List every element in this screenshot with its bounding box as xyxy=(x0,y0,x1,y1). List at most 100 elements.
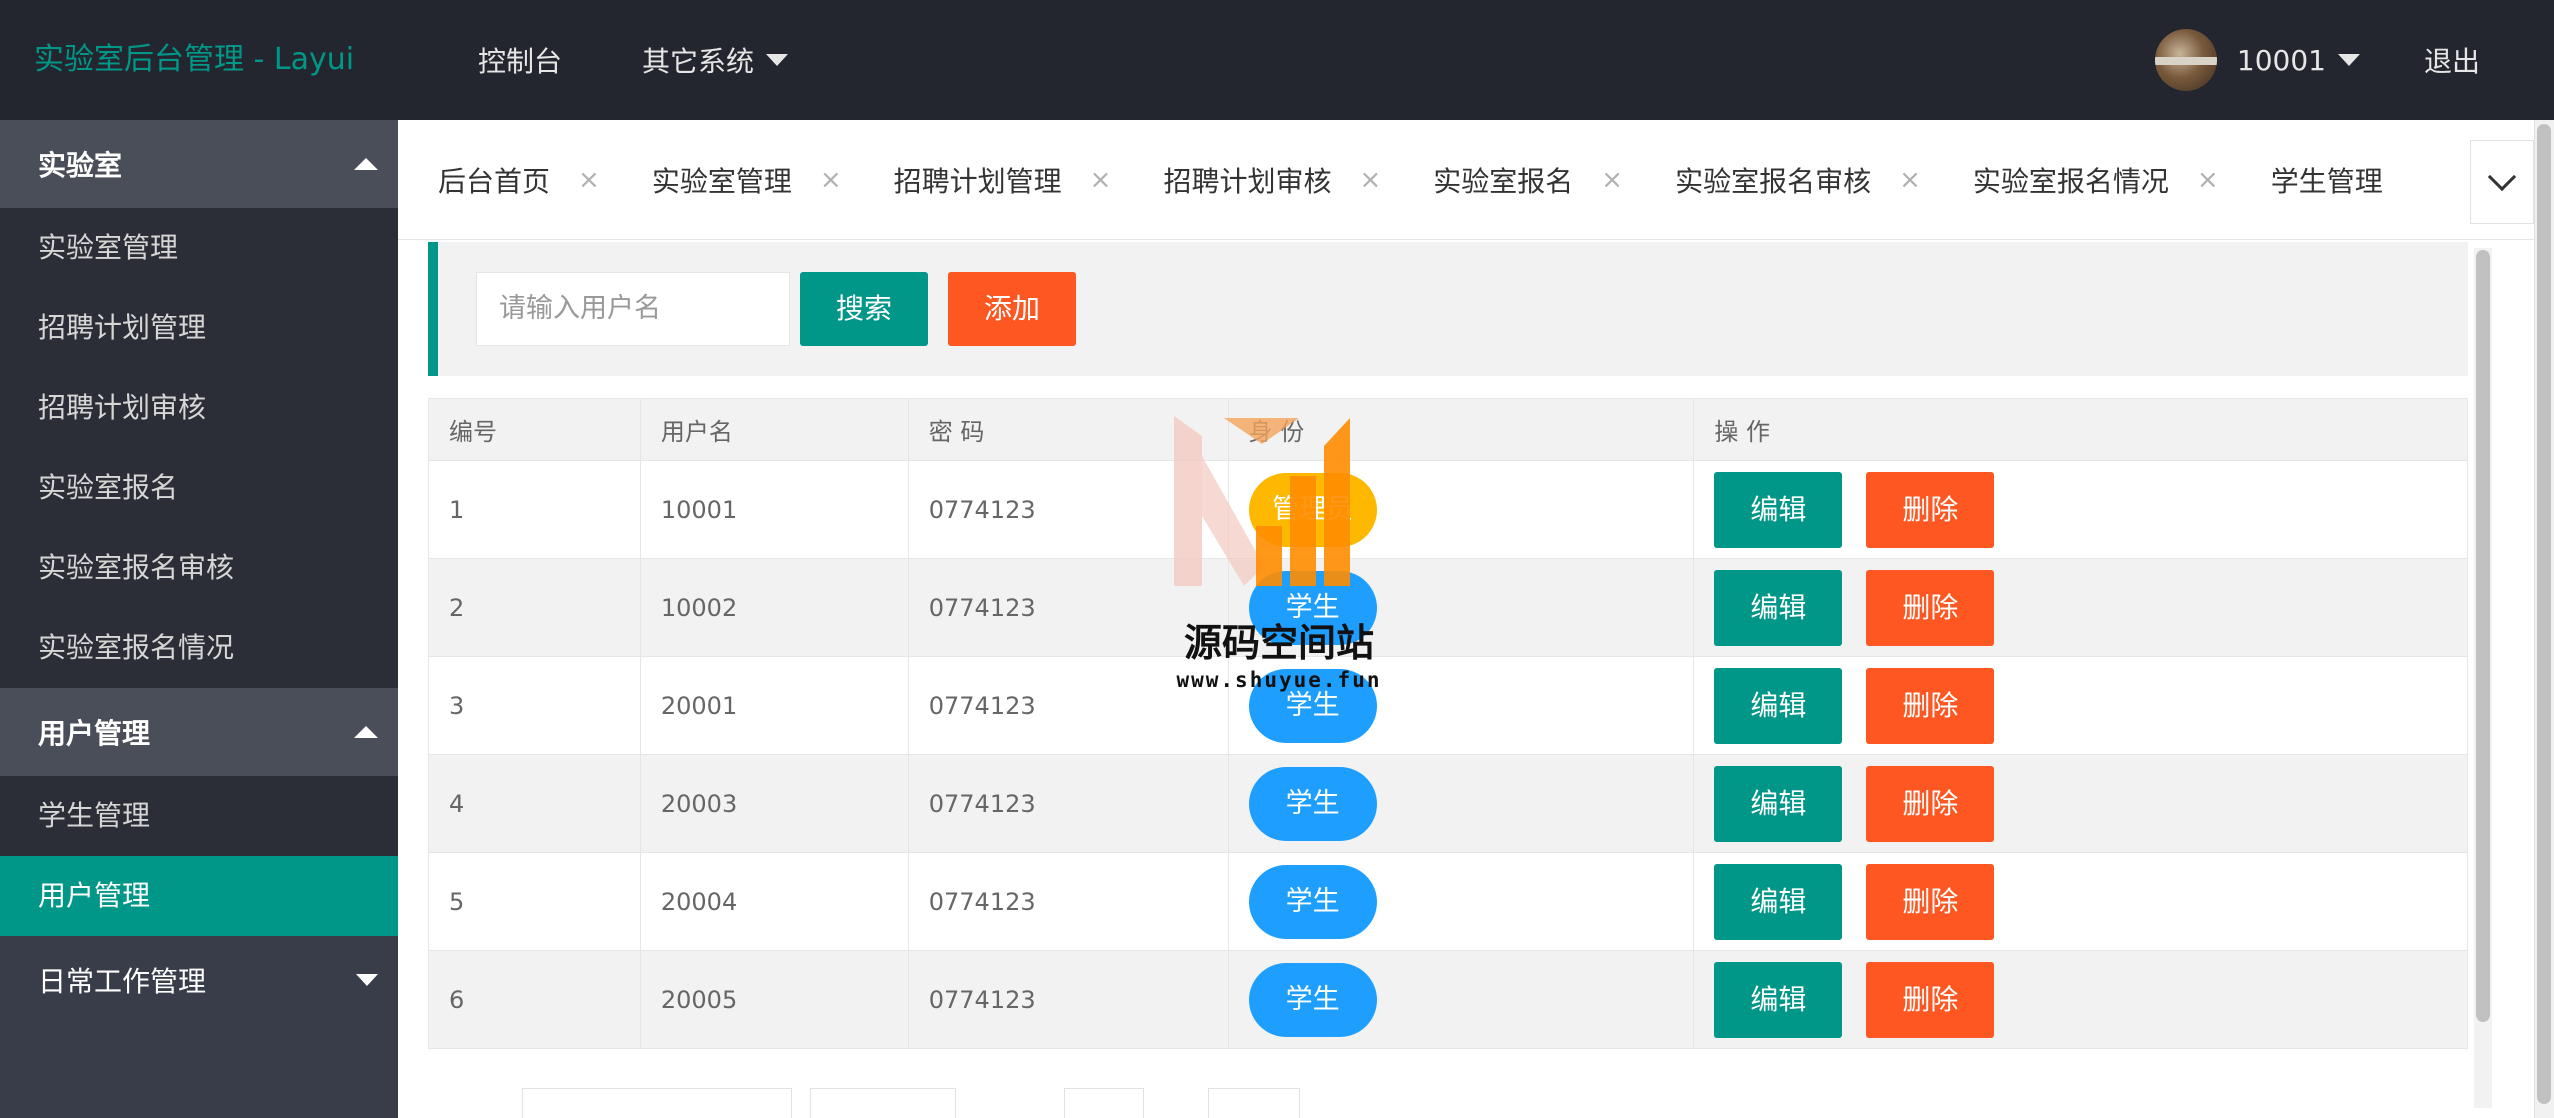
tab-label: 招聘计划审核 xyxy=(1163,165,1332,198)
close-icon[interactable]: × xyxy=(820,165,842,195)
caret-up-icon xyxy=(354,726,378,738)
sidebar: 实验室 实验室管理 招聘计划管理 招聘计划审核 实验室报名 实验室报名审核 实验… xyxy=(0,120,398,1118)
cell-role: 学生 xyxy=(1227,754,1695,853)
tab-label: 招聘计划管理 xyxy=(893,165,1062,198)
role-badge: 学生 xyxy=(1248,766,1377,841)
sidebar-item-lab-manage[interactable]: 实验室管理 xyxy=(0,208,398,288)
cell-role: 学生 xyxy=(1227,656,1695,755)
avatar[interactable] xyxy=(2154,29,2217,91)
sidebar-group-users[interactable]: 用户管理 xyxy=(0,688,398,776)
cell-password: 0774123 xyxy=(907,754,1229,853)
search-button[interactable]: 搜索 xyxy=(800,272,928,346)
cell-username: 20003 xyxy=(639,754,909,853)
sidebar-sublist-lab: 实验室管理 招聘计划管理 招聘计划审核 实验室报名 实验室报名审核 实验室报名情… xyxy=(0,208,398,688)
close-icon[interactable]: × xyxy=(2197,165,2219,195)
edit-button[interactable]: 编辑 xyxy=(1714,569,1843,646)
delete-button[interactable]: 删除 xyxy=(1866,569,1995,646)
user-area: 10001 退出 xyxy=(2154,0,2554,120)
edit-button[interactable]: 编辑 xyxy=(1714,765,1843,842)
edit-button[interactable]: 编辑 xyxy=(1714,667,1843,744)
role-badge: 学生 xyxy=(1248,668,1377,743)
cell-username: 20001 xyxy=(639,656,909,755)
delete-button[interactable]: 删除 xyxy=(1866,863,1995,940)
cell-id: 2 xyxy=(428,558,641,657)
pager-input[interactable] xyxy=(1064,1088,1144,1118)
search-input[interactable]: 请输入用户名 xyxy=(476,272,790,346)
nav-other-systems[interactable]: 其它系统 xyxy=(642,40,789,80)
caret-down-icon xyxy=(766,54,789,66)
edit-button[interactable]: 编辑 xyxy=(1714,961,1843,1038)
close-icon[interactable]: × xyxy=(1090,165,1112,195)
sidebar-item-recruit-review[interactable]: 招聘计划审核 xyxy=(0,368,398,448)
tab-recruit-review[interactable]: 招聘计划审核 × xyxy=(1163,160,1381,200)
close-icon[interactable]: × xyxy=(1359,165,1381,195)
col-header-actions: 操 作 xyxy=(1693,398,2468,461)
user-menu[interactable]: 10001 xyxy=(2237,44,2360,77)
tab-signup-review[interactable]: 实验室报名审核 × xyxy=(1675,160,1921,200)
edit-button[interactable]: 编辑 xyxy=(1714,863,1843,940)
close-icon[interactable]: × xyxy=(1899,165,1921,195)
cell-actions: 编辑 删除 xyxy=(1693,754,2468,853)
cell-id: 4 xyxy=(428,754,641,853)
table-row: 6 20005 0774123 学生 编辑 删除 xyxy=(428,950,2468,1049)
tab-more-button[interactable] xyxy=(2470,140,2534,224)
table-row: 4 20003 0774123 学生 编辑 删除 xyxy=(428,754,2468,853)
tab-label: 学生管理 xyxy=(2270,165,2383,198)
nav-console[interactable]: 控制台 xyxy=(478,40,562,80)
sidebar-sublist-users: 学生管理 用户管理 xyxy=(0,776,398,936)
pager-page[interactable] xyxy=(810,1088,956,1118)
close-icon[interactable]: × xyxy=(1601,165,1623,195)
tab-recruit-plan[interactable]: 招聘计划管理 × xyxy=(894,160,1112,200)
logout-link[interactable]: 退出 xyxy=(2424,40,2480,80)
tab-home[interactable]: 后台首页 × xyxy=(438,160,600,200)
cell-username: 10002 xyxy=(639,558,909,657)
delete-button[interactable]: 删除 xyxy=(1866,471,1995,548)
sidebar-group-lab[interactable]: 实验室 xyxy=(0,120,398,208)
sidebar-item-lab-signup[interactable]: 实验室报名 xyxy=(0,448,398,528)
role-badge: 管理员 xyxy=(1248,472,1377,547)
tab-student-manage[interactable]: 学生管理 xyxy=(2271,160,2383,200)
page-scrollbar-thumb[interactable] xyxy=(2537,124,2551,1104)
cell-id: 5 xyxy=(428,852,641,951)
sidebar-item-signup-review[interactable]: 实验室报名审核 xyxy=(0,528,398,608)
top-nav: 控制台 其它系统 xyxy=(478,0,868,120)
delete-button[interactable]: 删除 xyxy=(1866,667,1995,744)
tab-lab-manage[interactable]: 实验室管理 × xyxy=(652,160,842,200)
role-badge: 学生 xyxy=(1248,864,1377,939)
table-header-row: 编号 用户名 密 码 身 份 操 作 xyxy=(428,398,2468,461)
pager-nav[interactable] xyxy=(522,1088,792,1118)
col-header-role: 身 份 xyxy=(1227,398,1695,461)
role-badge: 学生 xyxy=(1248,962,1377,1037)
edit-button[interactable]: 编辑 xyxy=(1714,471,1843,548)
content-scrollbar-thumb[interactable] xyxy=(2476,250,2490,1022)
sidebar-item-recruit-plan[interactable]: 招聘计划管理 xyxy=(0,288,398,368)
cell-password: 0774123 xyxy=(907,656,1229,755)
sidebar-item-signup-status[interactable]: 实验室报名情况 xyxy=(0,608,398,688)
col-header-id: 编号 xyxy=(428,398,641,461)
role-badge: 学生 xyxy=(1248,570,1377,645)
close-icon[interactable]: × xyxy=(578,165,600,195)
cell-actions: 编辑 删除 xyxy=(1693,950,2468,1049)
tab-label: 实验室报名 xyxy=(1433,165,1574,198)
sidebar-group-daily-work[interactable]: 日常工作管理 xyxy=(0,936,398,1024)
table-row: 2 10002 0774123 学生 编辑 删除 xyxy=(428,558,2468,657)
sidebar-item-user-manage[interactable]: 用户管理 xyxy=(0,856,398,936)
tab-label: 实验室报名情况 xyxy=(1972,165,2169,198)
app-logo[interactable]: 实验室后台管理 - Layui xyxy=(34,0,354,120)
table-row: 3 20001 0774123 学生 编辑 删除 xyxy=(428,656,2468,755)
cell-actions: 编辑 删除 xyxy=(1693,852,2468,951)
delete-button[interactable]: 删除 xyxy=(1866,961,1995,1038)
cell-role: 学生 xyxy=(1227,950,1695,1049)
pager-size[interactable] xyxy=(1208,1088,1300,1118)
table-row: 5 20004 0774123 学生 编辑 删除 xyxy=(428,852,2468,951)
tab-lab-signup[interactable]: 实验室报名 × xyxy=(1433,160,1623,200)
cell-password: 0774123 xyxy=(907,852,1229,951)
cell-actions: 编辑 删除 xyxy=(1693,558,2468,657)
tab-signup-status[interactable]: 实验室报名情况 × xyxy=(1973,160,2219,200)
nav-other-systems-label: 其它系统 xyxy=(642,45,755,78)
add-button[interactable]: 添加 xyxy=(948,272,1076,346)
cell-id: 6 xyxy=(428,950,641,1049)
delete-button[interactable]: 删除 xyxy=(1866,765,1995,842)
sidebar-item-student-manage[interactable]: 学生管理 xyxy=(0,776,398,856)
tab-label: 实验室管理 xyxy=(651,165,792,198)
